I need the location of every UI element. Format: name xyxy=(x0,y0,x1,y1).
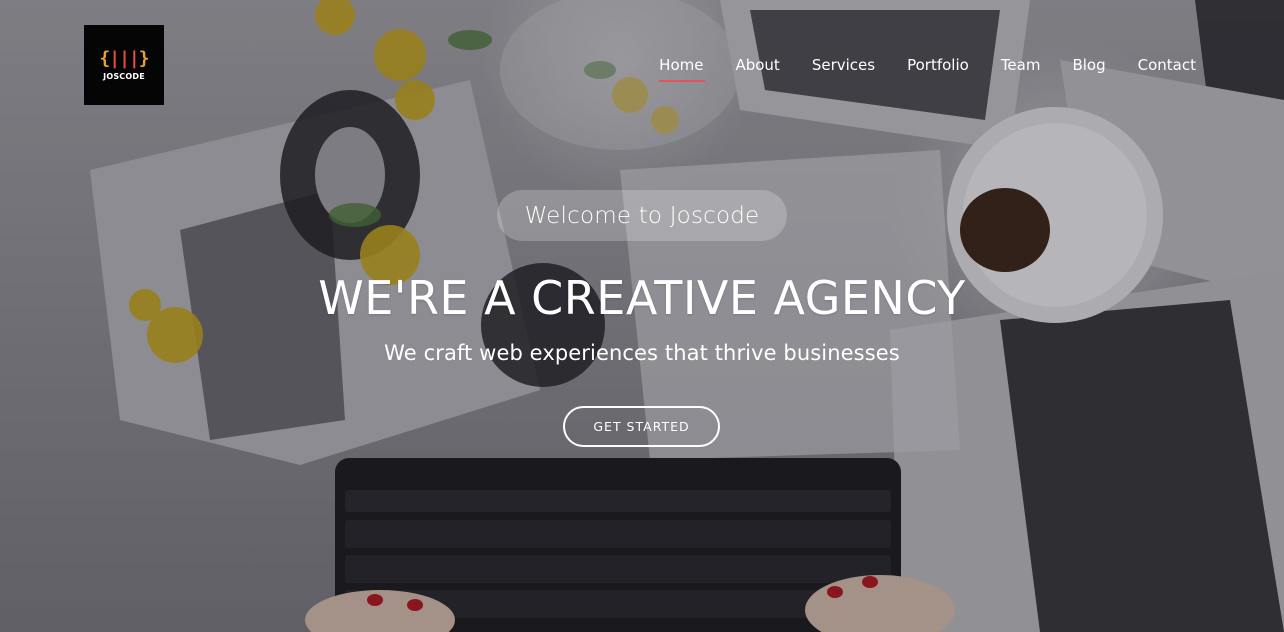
hero-section: {|||} JOSCODE Home About Services Portfo… xyxy=(0,0,1284,632)
nav-item-portfolio[interactable]: Portfolio xyxy=(875,54,969,82)
nav-item-about[interactable]: About xyxy=(703,54,779,82)
hero-subheadline: We craft web experiences that thrive bus… xyxy=(384,341,900,365)
nav-item-contact[interactable]: Contact xyxy=(1106,54,1196,82)
nav-item-team[interactable]: Team xyxy=(969,54,1041,82)
nav-item-home[interactable]: Home xyxy=(659,54,706,82)
get-started-button[interactable]: GET STARTED xyxy=(563,406,720,447)
logo[interactable]: {|||} JOSCODE xyxy=(84,25,164,105)
welcome-badge: Welcome to Joscode xyxy=(497,190,787,241)
hero-headline: WE'RE A CREATIVE AGENCY xyxy=(318,271,966,325)
main-nav: Home About Services Portfolio Team Blog … xyxy=(659,54,1196,82)
nav-item-blog[interactable]: Blog xyxy=(1040,54,1105,82)
logo-text: JOSCODE xyxy=(103,71,145,81)
logo-mark-icon: {|||} xyxy=(99,47,149,69)
nav-item-services[interactable]: Services xyxy=(780,54,875,82)
